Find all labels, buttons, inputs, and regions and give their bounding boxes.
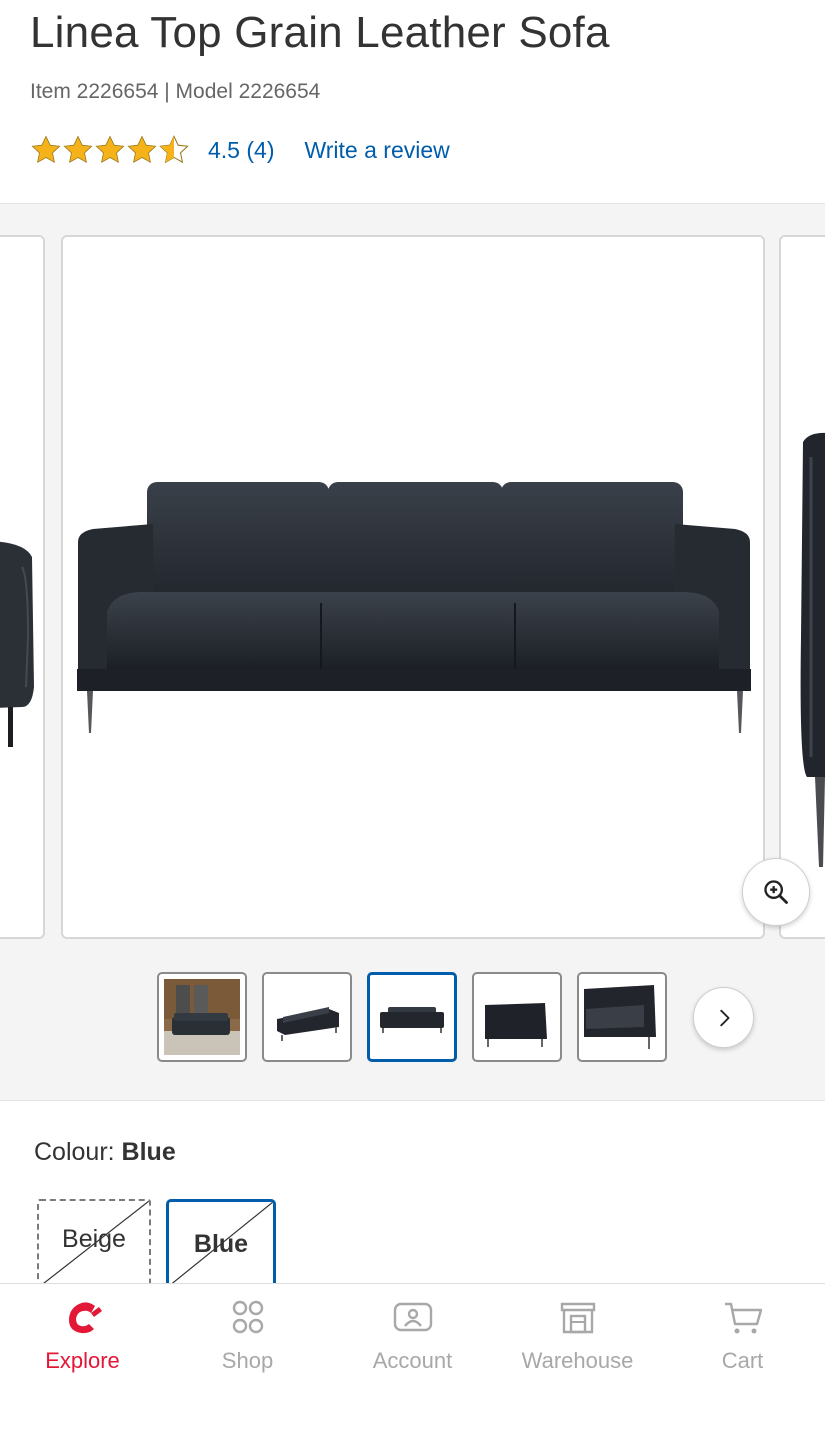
chevron-right-icon <box>719 1009 729 1026</box>
sofa-detail-thumbnail <box>584 979 660 1055</box>
nav-warehouse[interactable]: Warehouse <box>495 1298 660 1388</box>
colour-label-text: Colour: <box>34 1138 115 1166</box>
nav-label: Cart <box>721 1348 764 1373</box>
sofa-front-thumbnail <box>374 979 450 1055</box>
write-review-link[interactable]: Write a review <box>304 137 449 164</box>
thumbnail-4[interactable] <box>472 972 562 1062</box>
thumbnail-1[interactable] <box>157 972 247 1062</box>
gallery-slide-previous[interactable] <box>0 235 45 939</box>
bottom-navigation: Explore Shop Account Warehouse Cart <box>0 1283 825 1440</box>
star-rating[interactable] <box>30 134 190 166</box>
thumbnail-strip <box>157 972 667 1062</box>
half-star-icon <box>159 135 189 164</box>
star-icon <box>127 135 157 164</box>
star-icon <box>63 135 93 164</box>
thumbnail-2[interactable] <box>262 972 352 1062</box>
rating-row: 4.5 (4) Write a review <box>30 132 450 168</box>
colour-option-label: Blue <box>193 1230 249 1258</box>
zoom-button[interactable] <box>742 858 810 926</box>
thumbnail-3-selected[interactable] <box>367 972 457 1062</box>
product-title: Linea Top Grain Leather Sofa <box>30 8 610 57</box>
gallery-main-image[interactable] <box>61 235 765 939</box>
nav-account[interactable]: Account <box>330 1298 495 1388</box>
colour-selected-value: Blue <box>121 1138 176 1166</box>
thumbnail-5[interactable] <box>577 972 667 1062</box>
star-icon <box>31 135 61 164</box>
sofa-angle-thumbnail <box>269 979 345 1055</box>
grid-icon <box>232 1300 263 1334</box>
image-gallery <box>0 203 825 1101</box>
room-scene-thumbnail <box>164 979 240 1055</box>
nav-label: Shop <box>221 1348 274 1373</box>
sofa-front-image <box>77 482 751 733</box>
colour-option-blue-selected[interactable]: Blue <box>166 1199 276 1289</box>
colour-label: Colour: Blue <box>34 1138 176 1167</box>
account-icon <box>393 1302 432 1332</box>
warehouse-icon <box>560 1302 595 1334</box>
zoom-in-icon <box>764 880 788 904</box>
nav-cart[interactable]: Cart <box>660 1298 825 1388</box>
explore-logo-icon <box>68 1302 102 1334</box>
nav-explore[interactable]: Explore <box>0 1298 165 1388</box>
nav-shop[interactable]: Shop <box>165 1298 330 1388</box>
colour-option-beige[interactable]: Beige <box>37 1199 151 1289</box>
sofa-profile-image <box>800 432 825 867</box>
star-icon <box>95 135 125 164</box>
colour-option-label: Beige <box>62 1225 126 1253</box>
nav-label: Account <box>372 1348 453 1373</box>
product-header: Linea Top Grain Leather Sofa Item 222665… <box>0 0 825 203</box>
sofa-side-thumbnail <box>479 979 555 1055</box>
thumbnails-next-button[interactable] <box>693 987 754 1048</box>
sofa-side-image <box>0 541 34 747</box>
nav-label: Warehouse <box>521 1348 634 1373</box>
item-model-number: Item 2226654 | Model 2226654 <box>30 80 321 103</box>
nav-label: Explore <box>45 1348 120 1373</box>
gallery-slide-next[interactable] <box>779 235 825 939</box>
rating-count-link[interactable]: 4.5 (4) <box>208 137 274 164</box>
cart-icon <box>724 1302 762 1334</box>
